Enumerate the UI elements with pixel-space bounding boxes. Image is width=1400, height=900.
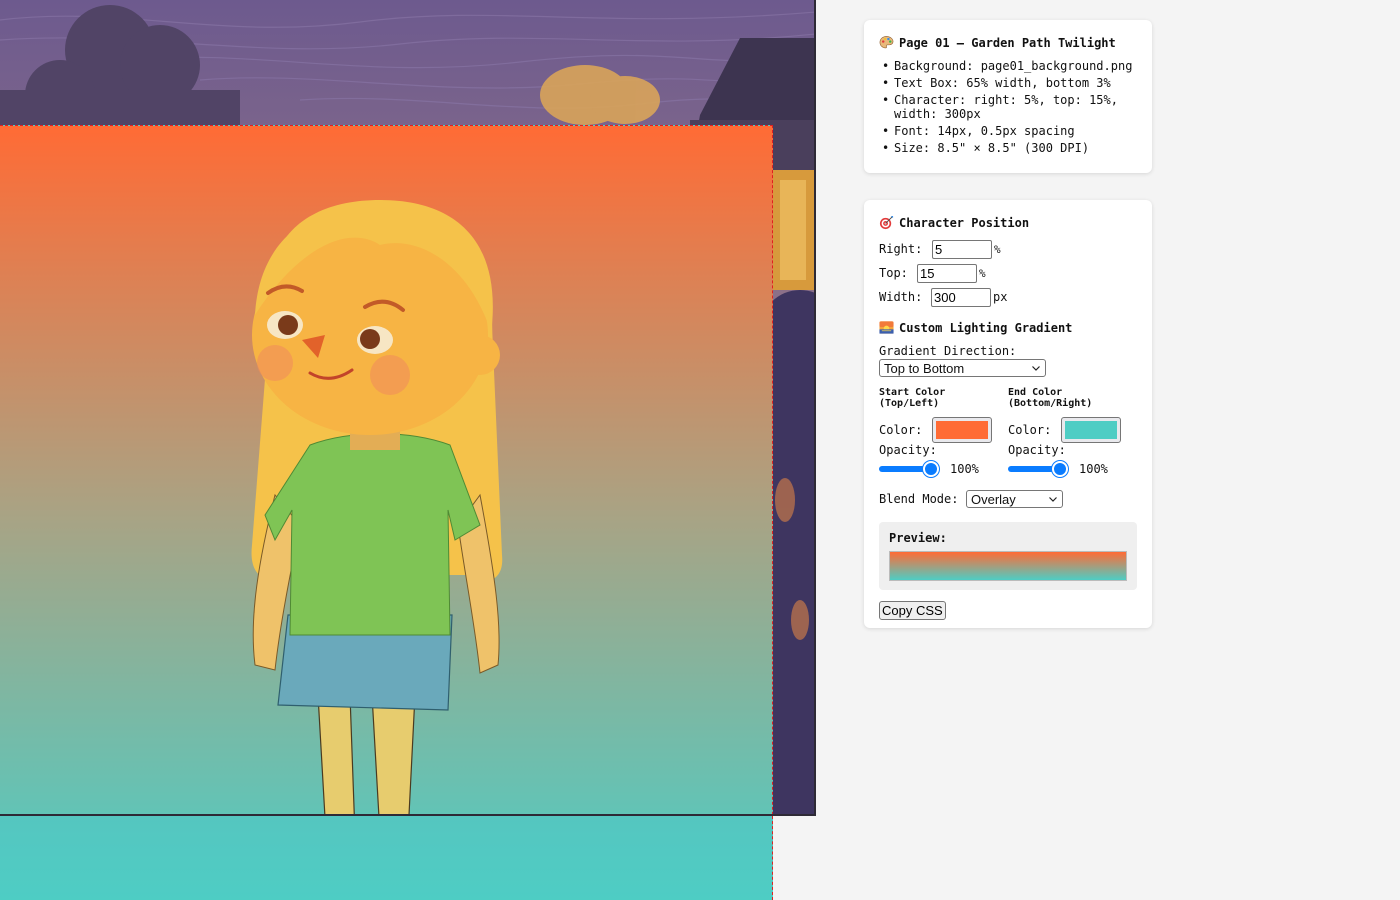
start-opacity-slider[interactable] xyxy=(879,461,939,477)
right-label: Right: xyxy=(879,242,923,256)
spec-list: Background: page01_background.png Text B… xyxy=(879,59,1137,155)
end-color-row: Color: xyxy=(1008,417,1137,443)
page-info-panel: Page 01 – Garden Path Twilight Backgroun… xyxy=(864,20,1152,173)
end-opacity-value: 100% xyxy=(1079,462,1108,476)
list-item: Font: 14px, 0.5px spacing xyxy=(879,124,1137,138)
right-row: Right: % xyxy=(879,238,1137,260)
blend-label: Blend Mode: xyxy=(879,492,959,506)
right-input[interactable] xyxy=(932,239,992,259)
lighting-section-title: Custom Lighting Gradient xyxy=(879,320,1137,335)
page-title: Page 01 – Garden Path Twilight xyxy=(899,35,1116,50)
start-color-row: Color: xyxy=(879,417,1008,443)
character-illustration xyxy=(251,200,503,814)
page-info-title: Page 01 – Garden Path Twilight xyxy=(879,35,1137,50)
preview-label: Preview: xyxy=(889,531,947,545)
direction-value: Top to Bottom xyxy=(884,360,965,376)
chevron-down-icon xyxy=(1049,497,1057,502)
end-color-group: End Color (Bottom/Right) Color: Opacity:… xyxy=(1008,387,1137,480)
color-columns: Start Color (Top/Left) Color: Opacity: 1… xyxy=(879,387,1137,480)
slider-thumb[interactable] xyxy=(923,461,939,477)
end-opacity-slider[interactable] xyxy=(1008,461,1068,477)
list-item: Background: page01_background.png xyxy=(879,59,1137,73)
blend-select[interactable]: Overlay xyxy=(966,490,1063,508)
color-label: Color: xyxy=(1008,423,1052,437)
position-section-title: Character Position xyxy=(879,215,1137,230)
section-title-text: Character Position xyxy=(899,215,1030,230)
top-label: Top: xyxy=(879,266,908,280)
palette-icon xyxy=(879,36,894,49)
opacity-label: Opacity: xyxy=(879,443,937,457)
list-item: Character: right: 5%, top: 15%, width: 3… xyxy=(879,93,1137,121)
sunset-icon xyxy=(879,321,894,334)
start-color-picker[interactable] xyxy=(932,417,992,443)
right-unit: % xyxy=(994,242,1001,256)
color-label: Color: xyxy=(879,423,923,437)
start-color-swatch xyxy=(936,421,988,439)
list-item: Text Box: 65% width, bottom 3% xyxy=(879,76,1137,90)
width-input[interactable] xyxy=(931,287,991,307)
start-opacity-row: 100% xyxy=(879,458,1008,480)
chevron-down-icon xyxy=(1032,366,1040,371)
section-title-text: Custom Lighting Gradient xyxy=(899,320,1073,335)
top-row: Top: % xyxy=(879,262,1137,284)
start-color-group: Start Color (Top/Left) Color: Opacity: 1… xyxy=(879,387,1008,480)
direction-label: Gradient Direction: xyxy=(879,344,1017,358)
blend-row: Blend Mode: Overlay xyxy=(879,488,1137,510)
preview-gradient-bar xyxy=(889,551,1127,581)
page-canvas xyxy=(0,0,816,816)
end-color-picker[interactable] xyxy=(1061,417,1121,443)
start-opacity-value: 100% xyxy=(950,462,979,476)
end-color-title: End Color (Bottom/Right) xyxy=(1008,387,1093,409)
blend-value: Overlay xyxy=(971,491,1016,507)
controls-panel: Character Position Right: % Top: % Width… xyxy=(864,200,1152,628)
end-opacity-row: 100% xyxy=(1008,458,1137,480)
slider-thumb[interactable] xyxy=(1052,461,1068,477)
list-item: Size: 8.5" × 8.5" (300 DPI) xyxy=(879,141,1137,155)
top-unit: % xyxy=(979,266,986,280)
width-unit: px xyxy=(993,290,1008,304)
target-icon xyxy=(879,215,894,230)
start-color-title: Start Color (Top/Left) xyxy=(879,387,946,409)
gradient-preview: Preview: xyxy=(879,522,1137,590)
opacity-label: Opacity: xyxy=(1008,443,1066,457)
direction-select[interactable]: Top to Bottom xyxy=(879,359,1046,377)
width-label: Width: xyxy=(879,290,923,304)
character-lighting-box-overflow xyxy=(0,816,773,900)
copy-css-button[interactable]: Copy CSS xyxy=(879,601,946,620)
end-color-swatch xyxy=(1065,421,1117,439)
width-row: Width: px xyxy=(879,286,1137,308)
top-input[interactable] xyxy=(917,263,977,283)
